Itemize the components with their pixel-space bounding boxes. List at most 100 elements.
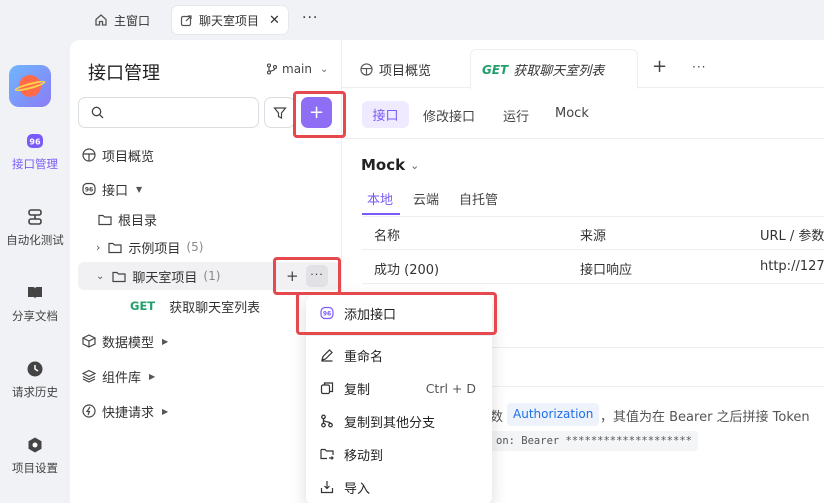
search-box[interactable]	[78, 97, 259, 128]
tree-label: 接口	[102, 183, 129, 199]
import-icon	[320, 480, 334, 494]
rail-item-history[interactable]: 请求历史	[0, 360, 70, 400]
column-header: 名称	[374, 229, 401, 244]
table-header: 名称 来源 URL / 参数	[362, 216, 824, 250]
caret-right-icon: ▶	[162, 336, 169, 346]
rail-label: 项目设置	[12, 461, 58, 475]
api-icon: 96	[26, 132, 44, 150]
menu-label: 复制到其他分支	[344, 415, 436, 431]
chevron-down-icon: ⌄	[96, 270, 105, 282]
folder-icon	[98, 213, 112, 226]
rail-item-autotest[interactable]: 自动化测试	[0, 208, 70, 248]
column-header: 来源	[580, 229, 607, 244]
menu-label: 添加接口	[344, 307, 397, 323]
tab-label: 主窗口	[114, 13, 151, 28]
table-cell: 接口响应	[580, 263, 633, 278]
tree-label: 根目录	[118, 213, 158, 229]
mock-tab-selfhost[interactable]: 自托管	[459, 189, 498, 208]
menu-item-add-api[interactable]: 96 添加接口	[306, 298, 492, 328]
branch-icon	[320, 414, 334, 428]
subtab-api[interactable]: 接口	[362, 101, 409, 128]
filter-button[interactable]	[264, 97, 295, 128]
tree-item-quick[interactable]: 快捷请求 ▶	[78, 397, 340, 425]
api-sidebar: 接口管理 main ⌄ + 项目概览 96 接口 ▼ 根目录 › 示例项目 (5…	[70, 40, 342, 503]
lightning-icon	[82, 404, 96, 418]
copy-icon	[320, 381, 334, 395]
menu-item-copy-branch[interactable]: 复制到其他分支	[306, 406, 492, 436]
chevron-down-icon: ⌄	[319, 63, 329, 75]
menu-item-import[interactable]: 导入	[306, 472, 492, 502]
branch-selector[interactable]: main ⌄	[266, 62, 328, 76]
add-button[interactable]: +	[301, 97, 332, 128]
folder-icon	[108, 241, 123, 254]
rail-item-docs[interactable]: 分享文档	[0, 284, 70, 324]
tree-item-chat-folder[interactable]: ⌄ 聊天室项目 (1) + ···	[78, 262, 340, 290]
caret-right-icon: ▶	[149, 371, 156, 381]
tree-item-overview[interactable]: 项目概览	[78, 141, 340, 169]
row-more-icon[interactable]: ···	[306, 265, 328, 287]
context-menu: 96 添加接口 重命名 复制 Ctrl + D 复制到其他分支 移动到 导入	[306, 295, 492, 503]
table-cell: 成功 (200)	[374, 263, 440, 278]
app-rail: 96 接口管理 自动化测试 分享文档 请求历史 项目设置	[0, 40, 70, 503]
tab-project-overview[interactable]: 项目概览	[360, 60, 431, 79]
folder-move-icon	[320, 447, 334, 461]
overview-icon	[82, 148, 96, 162]
rail-label: 分享文档	[12, 309, 58, 323]
tree-label: 组件库	[102, 370, 142, 386]
tree-count: (1)	[203, 269, 221, 283]
divider	[342, 138, 824, 139]
close-icon[interactable]: ✕	[269, 13, 280, 28]
tree-label: 聊天室项目	[132, 270, 198, 286]
api-icon: 96	[320, 306, 334, 320]
menu-item-copy[interactable]: 复制 Ctrl + D	[306, 373, 492, 403]
tree-item-sample-folder[interactable]: › 示例项目 (5)	[78, 233, 340, 261]
auth-badge: Authorization	[507, 403, 600, 426]
tree-label: 快捷请求	[102, 405, 155, 421]
row-add-icon[interactable]: +	[286, 267, 299, 285]
branch-icon	[266, 63, 278, 75]
tab-label: 项目概览	[379, 64, 432, 79]
more-tabs-icon[interactable]: ···	[302, 10, 318, 26]
overview-icon	[360, 63, 373, 76]
add-tab-icon[interactable]: +	[652, 56, 667, 77]
tree-item-root[interactable]: 根目录	[78, 205, 340, 233]
chevron-right-icon: ›	[96, 240, 101, 254]
tree-label: 获取聊天室列表	[169, 300, 261, 316]
caret-right-icon: ▶	[162, 406, 169, 416]
subtab-mock[interactable]: Mock	[555, 106, 589, 121]
tab-main-window[interactable]: 主窗口	[86, 6, 158, 34]
rail-item-api[interactable]: 96 接口管理	[0, 132, 70, 172]
table-row[interactable]: 成功 (200) 接口响应 http://127.	[362, 250, 824, 284]
tree-item-api[interactable]: 96 接口 ▼	[78, 175, 340, 203]
subtab-run[interactable]: 运行	[503, 106, 529, 125]
tree-item-components[interactable]: 组件库 ▶	[78, 362, 340, 390]
hexagon-icon	[26, 436, 44, 454]
menu-label: 复制	[344, 382, 371, 398]
tab-label: 获取聊天室列表	[513, 64, 605, 79]
search-input[interactable]	[110, 105, 250, 120]
tree-label: 项目概览	[102, 149, 155, 165]
layers-icon	[82, 369, 96, 383]
more-icon[interactable]: ···	[692, 60, 706, 74]
home-icon	[94, 13, 108, 27]
folder-icon	[112, 270, 126, 283]
mock-tab-cloud[interactable]: 云端	[413, 189, 439, 208]
tab-chat-project[interactable]: 聊天室项目 ✕	[172, 6, 288, 34]
menu-item-rename[interactable]: 重命名	[306, 340, 492, 370]
subtab-edit[interactable]: 修改接口	[423, 106, 475, 125]
mock-tab-local[interactable]: 本地	[367, 189, 393, 208]
menu-item-move[interactable]: 移动到	[306, 439, 492, 469]
tree-item-models[interactable]: 数据模型 ▶	[78, 327, 340, 355]
active-tab-indicator	[362, 213, 400, 215]
svg-text:96: 96	[85, 187, 93, 194]
server-icon	[26, 208, 44, 226]
search-icon	[91, 106, 104, 119]
menu-shortcut: Ctrl + D	[425, 380, 476, 396]
mock-header[interactable]: Mock ⌄	[361, 156, 419, 174]
rail-item-settings[interactable]: 项目设置	[0, 436, 70, 476]
sidebar-title: 接口管理	[88, 63, 160, 84]
tree-item-endpoint[interactable]: GET 获取聊天室列表	[78, 292, 340, 320]
tab-endpoint[interactable]: GET 获取聊天室列表	[470, 49, 638, 89]
auth-code: on: Bearer ********************	[490, 431, 698, 451]
clock-icon	[26, 360, 44, 378]
